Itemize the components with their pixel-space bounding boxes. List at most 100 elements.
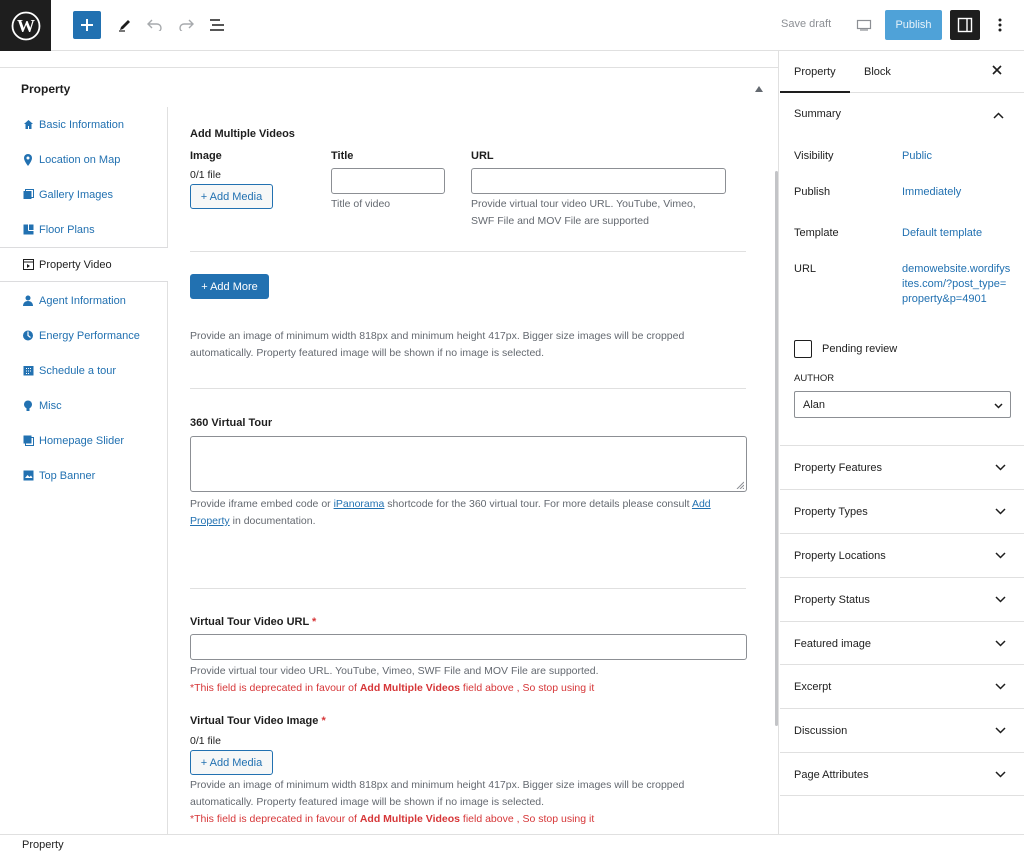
document-overview-icon[interactable] <box>203 11 231 39</box>
tab-misc[interactable]: Misc <box>0 388 168 423</box>
visibility-label: Visibility <box>794 150 834 162</box>
panel-excerpt[interactable]: Excerpt <box>780 664 1024 708</box>
tab-homepage-slider[interactable]: Homepage Slider <box>0 423 168 458</box>
redo-icon[interactable] <box>172 11 200 39</box>
panel-property-status[interactable]: Property Status <box>780 577 1024 621</box>
tab-label: Location on Map <box>39 153 121 166</box>
image-note-line-2: automatically. Property featured image w… <box>190 796 545 808</box>
tour360-label: 360 Virtual Tour <box>190 417 273 429</box>
gallery-icon <box>22 189 34 201</box>
template-label: Template <box>794 227 839 239</box>
chevron-down-icon <box>995 725 1006 737</box>
floorplan-icon <box>22 224 34 236</box>
more-options-icon[interactable] <box>986 11 1014 39</box>
deprecation-warning: *This field is deprecated in favour of A… <box>190 813 594 825</box>
chevron-down-icon <box>995 550 1006 562</box>
metabox-title: Property <box>21 82 71 96</box>
warning-text: field above , So stop using it <box>460 813 595 825</box>
panel-title: Property Locations <box>794 550 886 562</box>
file-count: 0/1 file <box>190 169 221 181</box>
template-value[interactable]: Default template <box>902 226 1012 241</box>
home-icon <box>22 119 34 131</box>
pending-review-checkbox[interactable] <box>794 340 812 358</box>
panel-property-locations[interactable]: Property Locations <box>780 533 1024 577</box>
breadcrumb[interactable]: Property <box>22 839 64 851</box>
warning-bold-text: Add Multiple Videos <box>359 682 460 694</box>
video-icon <box>22 259 34 271</box>
tab-content-property-video: Add Multiple Videos Image Title URL 0/1 … <box>168 107 778 834</box>
energy-icon <box>22 330 34 342</box>
save-draft-button[interactable]: Save draft <box>781 18 831 30</box>
panel-title: Property Features <box>794 462 883 474</box>
tour360-description: Provide iframe embed code or iPanorama s… <box>190 496 750 530</box>
tab-location-on-map[interactable]: Location on Map <box>0 142 168 177</box>
virtual-tour-url-input[interactable] <box>190 634 747 660</box>
ipanorama-link[interactable]: iPanorama <box>334 498 385 510</box>
tour360-desc-text: in documentation. <box>229 515 316 527</box>
video-title-input[interactable] <box>331 168 445 194</box>
author-select[interactable]: Alan <box>794 391 1011 418</box>
required-marker: * <box>321 715 326 727</box>
tab-label: Property Video <box>39 258 112 271</box>
tour360-textarea[interactable] <box>190 436 747 492</box>
undo-icon[interactable] <box>141 11 169 39</box>
video-url-input[interactable] <box>471 168 726 194</box>
add-more-button[interactable]: + Add More <box>190 274 269 299</box>
tab-block[interactable]: Block <box>864 66 891 78</box>
wordpress-logo-icon[interactable]: W <box>0 0 51 51</box>
panel-property-types[interactable]: Property Types <box>780 489 1024 533</box>
chevron-down-icon <box>995 638 1006 650</box>
editor-toolbar: W Save draft Publish <box>0 0 1024 51</box>
tab-label: Schedule a tour <box>39 364 117 377</box>
divider <box>190 388 746 389</box>
tab-label: Energy Performance <box>39 329 140 342</box>
file-count: 0/1 file <box>190 735 221 747</box>
panel-title: Featured image <box>794 638 872 650</box>
panel-title: Property Status <box>794 594 870 606</box>
add-property-link[interactable]: Add <box>692 498 711 510</box>
tab-gallery-images[interactable]: Gallery Images <box>0 177 168 212</box>
author-value: Alan <box>803 398 826 411</box>
panel-featured-image[interactable]: Featured image <box>780 621 1024 665</box>
tab-label: Misc <box>39 399 62 412</box>
tab-top-banner[interactable]: Top Banner <box>0 458 168 493</box>
tab-schedule-a-tour[interactable]: Schedule a tour <box>0 353 168 388</box>
settings-sidebar: Property Block Summary Visibility Public… <box>780 51 1024 834</box>
tab-property[interactable]: Property <box>780 66 850 93</box>
close-icon[interactable] <box>992 65 1002 78</box>
panel-discussion[interactable]: Discussion <box>780 708 1024 752</box>
pencil-icon[interactable] <box>111 11 139 39</box>
editor-footer: Property <box>0 834 1024 855</box>
chevron-up-icon[interactable] <box>993 110 1004 122</box>
summary-panel-title[interactable]: Summary <box>794 108 841 120</box>
tab-label: Top Banner <box>39 469 96 482</box>
resize-handle-icon[interactable] <box>736 481 744 489</box>
pin-icon <box>22 153 34 166</box>
metabox-tabs: Basic Information Location on Map Galler… <box>0 107 169 834</box>
video-url-description: Provide virtual tour video URL. YouTube,… <box>190 665 599 677</box>
visibility-value[interactable]: Public <box>902 149 1012 164</box>
publish-button[interactable]: Publish <box>885 10 942 40</box>
add-property-link[interactable]: Property <box>190 515 230 527</box>
tab-property-video[interactable]: Property Video <box>0 247 169 282</box>
preview-icon[interactable] <box>850 11 878 39</box>
add-block-button[interactable] <box>73 11 101 39</box>
collapse-arrow-icon[interactable] <box>755 83 763 95</box>
scrollbar[interactable] <box>775 171 778 726</box>
settings-sidebar-icon[interactable] <box>950 10 980 40</box>
tab-energy-performance[interactable]: Energy Performance <box>0 318 168 353</box>
tab-label: Homepage Slider <box>39 434 124 447</box>
add-media-button[interactable]: + Add Media <box>190 184 273 209</box>
metabox-header[interactable]: Property <box>0 67 778 107</box>
required-marker: * <box>312 616 317 628</box>
url-value[interactable]: demowebsite.wordifysites.com/?post_type=… <box>902 262 1012 307</box>
video-image-label-text: Virtual Tour Video Image <box>190 715 319 727</box>
tab-basic-information[interactable]: Basic Information <box>0 107 168 142</box>
publish-value[interactable]: Immediately <box>902 185 1012 200</box>
add-media-button[interactable]: + Add Media <box>190 750 273 775</box>
panel-property-features[interactable]: Property Features <box>780 445 1024 489</box>
tab-floor-plans[interactable]: Floor Plans <box>0 212 168 247</box>
divider <box>190 588 746 589</box>
tab-agent-information[interactable]: Agent Information <box>0 283 168 318</box>
panel-page-attributes[interactable]: Page Attributes <box>780 752 1024 796</box>
